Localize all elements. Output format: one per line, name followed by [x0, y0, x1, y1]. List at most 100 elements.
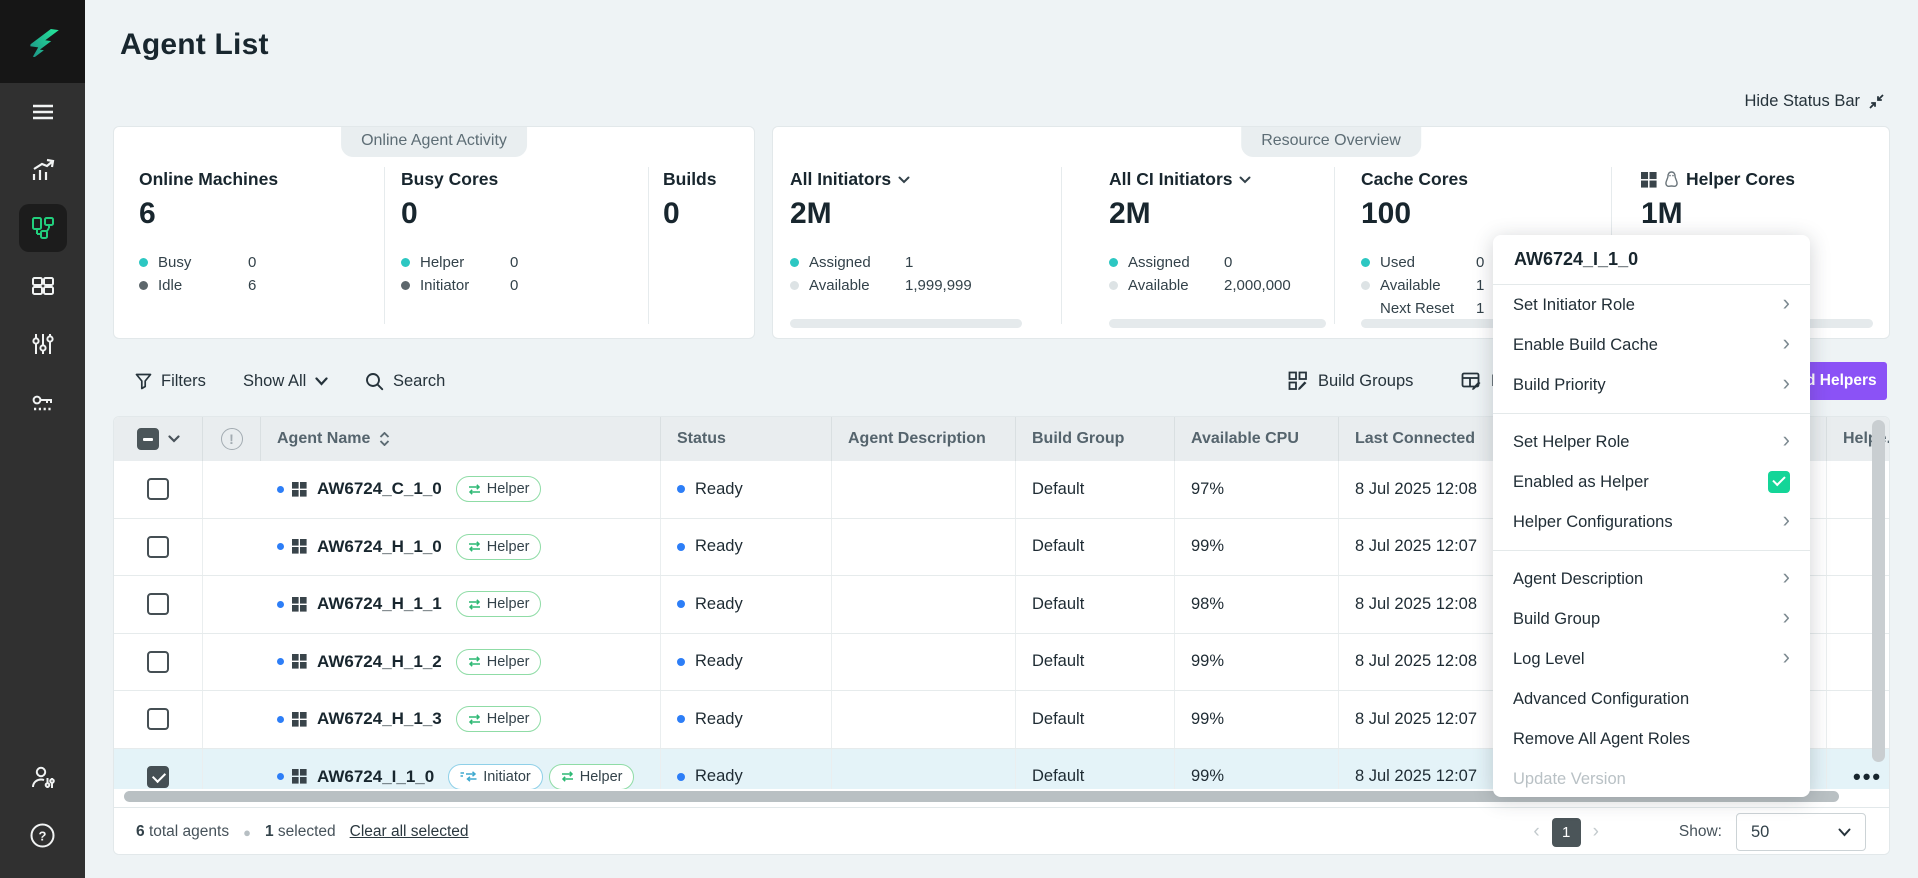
sidebar-item-agents[interactable] — [0, 199, 85, 257]
menu-item-label: Log Level — [1513, 650, 1585, 669]
more-actions-icon[interactable]: ••• — [1853, 764, 1882, 789]
legend-dot-icon — [1361, 281, 1370, 290]
windows-icon — [1641, 172, 1657, 188]
menu-item-set-initiator-role[interactable]: Set Initiator Role› — [1493, 285, 1810, 325]
select-all-checkbox[interactable] — [137, 428, 159, 450]
menu-item-enabled-as-helper[interactable]: Enabled as Helper — [1493, 462, 1810, 502]
sidebar-item-license[interactable] — [0, 373, 85, 431]
badge-label: Helper — [487, 596, 530, 612]
status-dot-icon — [677, 600, 685, 608]
build-groups-button[interactable]: Build Groups — [1288, 362, 1413, 400]
hide-status-bar-button[interactable]: Hide Status Bar — [1744, 92, 1885, 111]
menu-item-build-priority[interactable]: Build Priority› — [1493, 365, 1810, 405]
current-page-button[interactable]: 1 — [1552, 818, 1581, 847]
sidebar-item-analytics[interactable] — [0, 141, 85, 199]
sort-icon[interactable] — [379, 432, 390, 446]
helper-role-icon — [468, 599, 481, 610]
sidebar-item-help[interactable]: ? — [0, 806, 85, 864]
row-checkbox[interactable] — [147, 593, 169, 615]
section-value: 100 — [1361, 197, 1411, 231]
show-label: Show: — [1679, 823, 1722, 841]
row-checkbox[interactable] — [147, 766, 169, 788]
menu-item-label: Enabled as Helper — [1513, 473, 1649, 492]
section-legend: Helper0Initiator0 — [401, 251, 631, 297]
windows-machine-icon — [292, 769, 307, 784]
incredibuild-logo[interactable] — [0, 0, 85, 83]
show-filter-value: Show All — [243, 372, 306, 391]
selection-menu-chevron-icon[interactable] — [168, 435, 180, 443]
legend-row: Assigned0 — [1109, 251, 1334, 274]
select-all-cell — [114, 417, 202, 461]
row-alert-cell — [202, 634, 260, 691]
available-cpu-column-header[interactable]: Available CPU — [1174, 417, 1338, 461]
filters-button[interactable]: Filters — [135, 362, 206, 400]
agent-name-text: AW6724_H_1_3 — [317, 709, 442, 729]
status-dot-icon — [677, 543, 685, 551]
chevron-down-icon — [315, 377, 328, 386]
section-title[interactable]: All CI Initiators — [1109, 169, 1251, 190]
page-title: Agent List — [120, 28, 269, 62]
helper-role-icon — [561, 771, 574, 782]
menu-divider — [1493, 413, 1810, 414]
status-column-header[interactable]: Status — [660, 417, 831, 461]
clear-selected-link[interactable]: Clear all selected — [350, 823, 469, 841]
divider — [1061, 167, 1062, 324]
cpu-cell: 98% — [1174, 576, 1338, 633]
menu-item-remove-all-agent-roles[interactable]: Remove All Agent Roles — [1493, 719, 1810, 759]
total-agents-text: 6 total agents — [136, 823, 229, 841]
vertical-scrollbar-thumb[interactable] — [1872, 420, 1885, 762]
sidebar-item-builds[interactable] — [0, 257, 85, 315]
next-page-icon[interactable]: › — [1593, 821, 1599, 843]
menu-item-build-group[interactable]: Build Group› — [1493, 599, 1810, 639]
menu-item-label: Update Version — [1513, 770, 1626, 789]
agent-name-cell: AW6724_H_1_2 Helper — [260, 634, 660, 691]
legend-dot-icon — [1109, 281, 1118, 290]
page-size-select[interactable]: 50 — [1736, 813, 1866, 851]
status-dot-icon — [677, 485, 685, 493]
section-title-text: All CI Initiators — [1109, 169, 1232, 190]
agent-context-menu: AW6724_I_1_0 Set Initiator Role›Enable B… — [1493, 235, 1810, 797]
search-icon — [365, 372, 384, 391]
legend-row: Assigned1 — [790, 251, 1030, 274]
row-alert-cell — [202, 691, 260, 748]
menu-item-helper-configurations[interactable]: Helper Configurations› — [1493, 502, 1810, 542]
chevron-right-icon: › — [1783, 646, 1790, 668]
sidebar-item-settings[interactable] — [0, 315, 85, 373]
sidebar-item-user-settings[interactable] — [0, 748, 85, 806]
status-cell: Ready — [660, 519, 831, 576]
online-dot-icon — [277, 658, 284, 665]
legend-value: 1,999,999 — [905, 277, 972, 294]
online-dot-icon — [277, 773, 284, 780]
row-checkbox[interactable] — [147, 651, 169, 673]
menu-item-advanced-configuration[interactable]: Advanced Configuration — [1493, 679, 1810, 719]
cpu-cell: 99% — [1174, 749, 1338, 790]
chevron-right-icon: › — [1783, 509, 1790, 531]
section-title[interactable]: All Initiators — [790, 169, 910, 190]
description-column-header[interactable]: Agent Description — [831, 417, 1015, 461]
menu-item-agent-description[interactable]: Agent Description› — [1493, 559, 1810, 599]
section-title: Busy Cores — [401, 169, 498, 190]
builds-icon — [30, 273, 56, 299]
prev-page-icon[interactable]: ‹ — [1533, 821, 1539, 843]
build-group-column-header[interactable]: Build Group — [1015, 417, 1174, 461]
search-input[interactable]: Search — [365, 362, 445, 400]
divider — [384, 167, 385, 324]
agent-name-text: AW6724_H_1_2 — [317, 652, 442, 672]
agent-name-column-header[interactable]: Agent Name — [260, 417, 660, 461]
row-checkbox[interactable] — [147, 708, 169, 730]
status-section: All Initiators2MAssigned1Available1,999,… — [790, 127, 1030, 338]
row-checkbox[interactable] — [147, 478, 169, 500]
menu-item-enable-build-cache[interactable]: Enable Build Cache› — [1493, 325, 1810, 365]
sidebar-item-menu[interactable] — [0, 83, 85, 141]
logo-icon — [21, 20, 65, 64]
enabled-checkbox[interactable] — [1768, 471, 1790, 493]
menu-item-log-level[interactable]: Log Level › — [1493, 639, 1810, 679]
badge-label: Helper — [487, 539, 530, 555]
show-filter-dropdown[interactable]: Show All — [243, 362, 328, 400]
menu-item-set-helper-role[interactable]: Set Helper Role› — [1493, 422, 1810, 462]
row-checkbox[interactable] — [147, 536, 169, 558]
menu-item-label: Enable Build Cache — [1513, 336, 1658, 355]
agent-name-cell: AW6724_H_1_3 Helper — [260, 691, 660, 748]
agent-name-cell: AW6724_C_1_0 Helper — [260, 461, 660, 518]
legend-value: 0 — [1476, 254, 1484, 271]
